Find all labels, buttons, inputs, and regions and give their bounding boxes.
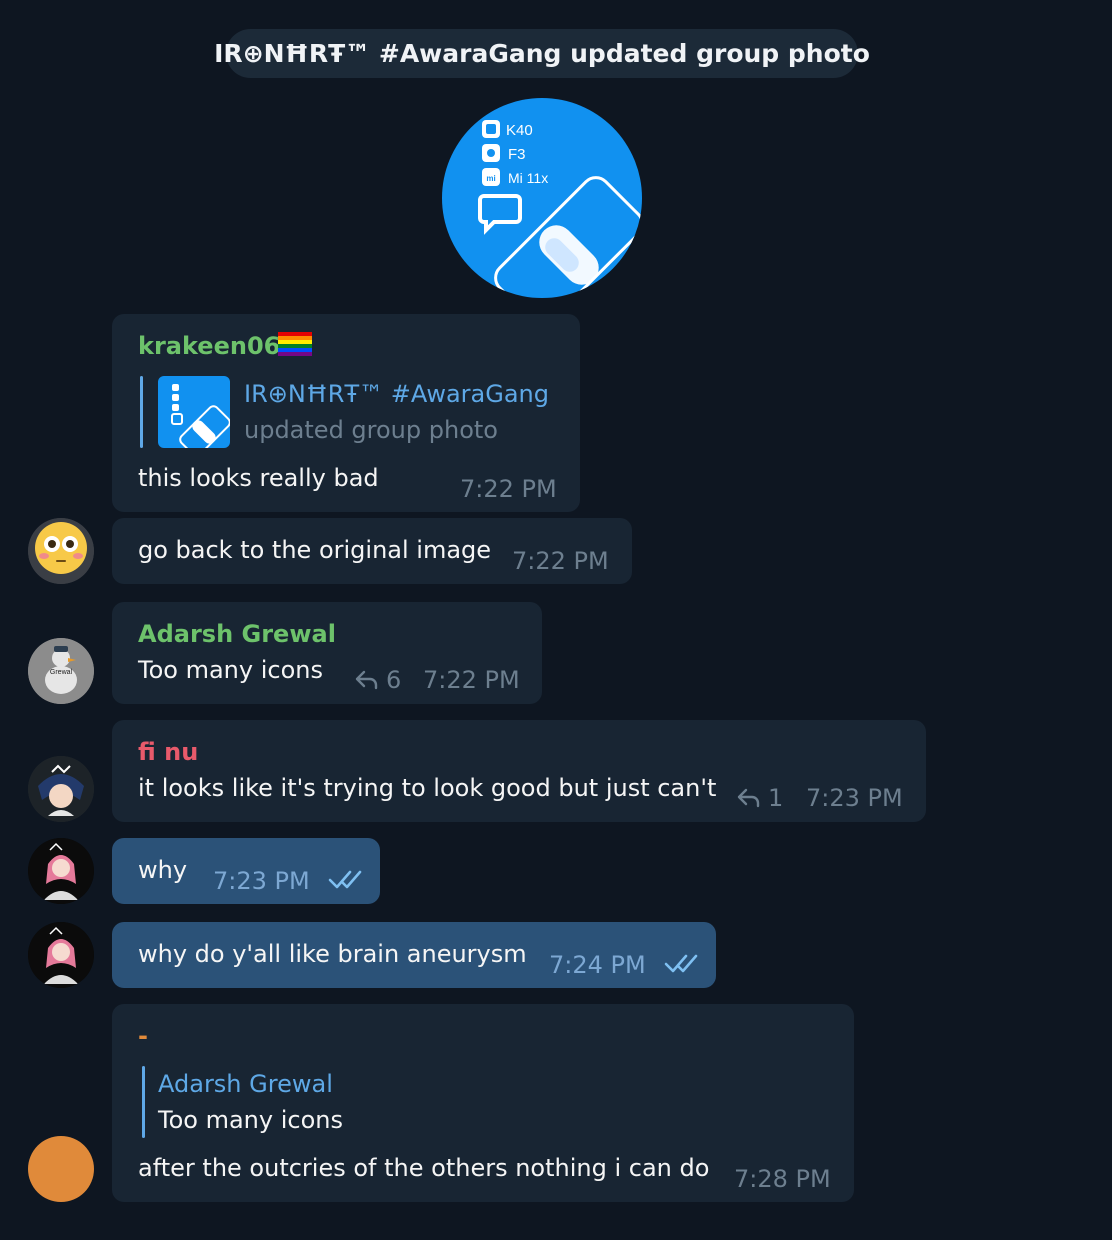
orange-circle-avatar[interactable] — [28, 1136, 94, 1202]
message-bubble[interactable]: fi nu it looks like it's trying to look … — [112, 720, 926, 822]
message-text: Too many icons — [138, 656, 323, 684]
pink-hair-avatar[interactable] — [28, 922, 94, 988]
anime-avatar[interactable] — [28, 756, 94, 822]
sender-name[interactable]: fi nu — [138, 738, 198, 766]
reply-text: updated group photo — [244, 416, 498, 444]
replies-count[interactable]: 1 — [736, 784, 783, 812]
message-time: 7:22 PM — [423, 666, 520, 694]
chat-bubble-icon — [478, 194, 522, 235]
replies-number: 1 — [768, 784, 784, 812]
reply-text: Too many icons — [158, 1106, 343, 1134]
message-time: 7:22 PM — [460, 475, 557, 503]
message-bubble[interactable]: - Adarsh Grewal Too many icons after the… — [112, 1004, 854, 1202]
k40-label: K40 — [506, 122, 533, 139]
reply-sender: IR⊕NĦRŦ™ #AwaraGang — [244, 380, 549, 408]
message-text: why do y'all like brain aneurysm — [138, 940, 527, 968]
svg-text:mi: mi — [486, 174, 495, 183]
message-text: why — [138, 856, 188, 884]
message-time: 7:23 PM — [213, 867, 310, 895]
message-time: 7:24 PM — [549, 951, 646, 979]
reply-arrow-icon — [737, 788, 760, 808]
message-time: 7:23 PM — [806, 784, 903, 812]
service-message: IR⊕NĦRŦ™ #AwaraGang updated group photo — [214, 29, 870, 78]
svg-text:Grewal: Grewal — [50, 669, 73, 676]
reply-arrow-icon — [355, 670, 378, 690]
message-text: it looks like it's trying to look good b… — [138, 774, 717, 802]
group-photo-image: mi K40 F3 Mi 11x — [478, 120, 642, 298]
double-check-icon — [664, 954, 698, 973]
reply-sender: Adarsh Grewal — [158, 1070, 333, 1098]
reply-bar — [140, 376, 143, 448]
service-message-text: IR⊕NĦRŦ™ #AwaraGang updated group photo — [214, 39, 870, 68]
message-text: this looks really bad — [138, 464, 379, 492]
message-bubble[interactable]: Adarsh Grewal Too many icons 6 7:22 PM — [112, 602, 542, 704]
pink-hair-avatar[interactable] — [28, 838, 94, 904]
sender-name[interactable]: krakeen06 — [138, 332, 280, 360]
message-time: 7:28 PM — [734, 1165, 831, 1193]
flushed-emoji-avatar[interactable] — [28, 518, 94, 584]
message-text: go back to the original image — [138, 536, 492, 564]
replies-number: 6 — [386, 666, 402, 694]
mi11x-label: Mi 11x — [508, 170, 548, 186]
reply-thumbnail — [158, 376, 230, 448]
replies-count[interactable]: 6 — [354, 666, 401, 694]
message-text: after the outcries of the others nothing… — [138, 1154, 710, 1182]
message-time: 7:22 PM — [512, 547, 609, 575]
sender-name[interactable]: - — [138, 1022, 148, 1050]
goose-avatar[interactable]: Grewal — [28, 638, 94, 704]
message-bubble[interactable]: why 7:23 PM — [112, 838, 380, 904]
double-check-icon — [328, 870, 362, 889]
message-bubble[interactable]: go back to the original image 7:22 PM — [112, 518, 632, 584]
sender-name[interactable]: Adarsh Grewal — [138, 620, 336, 648]
message-bubble[interactable]: krakeen06 IR⊕NĦRŦ™ #AwaraGang updated gr… — [112, 314, 580, 512]
group-photo[interactable]: mi K40 F3 Mi 11x — [442, 98, 642, 298]
reply-bar — [142, 1066, 145, 1138]
rainbow-flag-icon — [278, 332, 312, 362]
message-bubble[interactable]: why do y'all like brain aneurysm 7:24 PM — [112, 922, 716, 988]
f3-label: F3 — [508, 146, 526, 163]
